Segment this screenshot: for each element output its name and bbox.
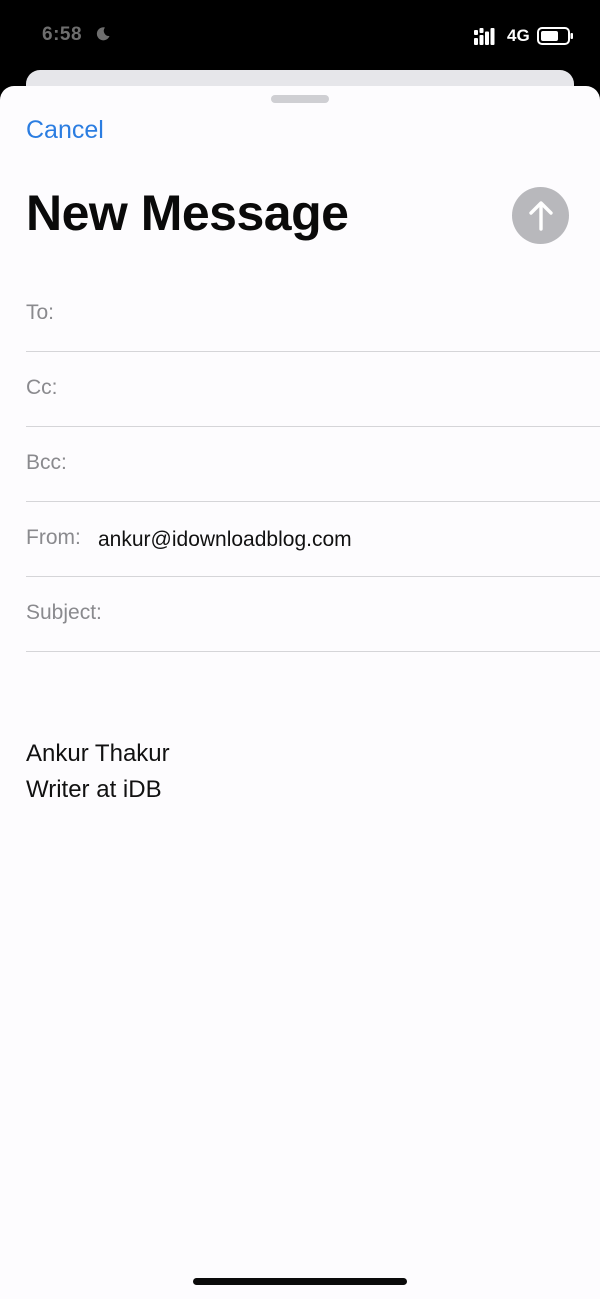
compose-sheet: Cancel New Message To: Cc: Bcc: From: an… bbox=[0, 86, 600, 1299]
arrow-up-icon bbox=[529, 201, 553, 231]
to-label: To: bbox=[26, 301, 55, 324]
moon-icon bbox=[95, 26, 111, 42]
status-bar: 6:58 4G bbox=[0, 0, 600, 70]
subject-field-row[interactable]: Subject: bbox=[26, 577, 600, 652]
home-indicator[interactable] bbox=[193, 1278, 407, 1285]
network-label: 4G bbox=[507, 26, 530, 45]
from-label: From: bbox=[26, 526, 81, 549]
to-field-row[interactable]: To: bbox=[26, 277, 600, 352]
screen: 6:58 4G Cancel New Message To: Cc: Bcc: … bbox=[0, 0, 600, 1299]
cc-label: Cc: bbox=[26, 376, 58, 399]
signal-icon bbox=[474, 27, 500, 45]
cc-field-row[interactable]: Cc: bbox=[26, 352, 600, 427]
from-value[interactable]: ankur@idownloadblog.com bbox=[98, 528, 352, 552]
signature-name: Ankur Thakur bbox=[26, 740, 170, 767]
message-body[interactable]: Ankur Thakur Writer at iDB bbox=[26, 736, 574, 808]
signature-title: Writer at iDB bbox=[26, 776, 162, 803]
subject-label: Subject: bbox=[26, 601, 102, 624]
status-time: 6:58 bbox=[42, 24, 83, 45]
bcc-field-row[interactable]: Bcc: bbox=[26, 427, 600, 502]
from-field-row[interactable]: From: ankur@idownloadblog.com bbox=[26, 502, 600, 577]
send-button[interactable] bbox=[512, 187, 569, 244]
page-title: New Message bbox=[26, 185, 349, 241]
bcc-label: Bcc: bbox=[26, 451, 67, 474]
cancel-button[interactable]: Cancel bbox=[26, 116, 104, 145]
sheet-grabber[interactable] bbox=[271, 95, 329, 103]
battery-icon bbox=[537, 26, 575, 46]
